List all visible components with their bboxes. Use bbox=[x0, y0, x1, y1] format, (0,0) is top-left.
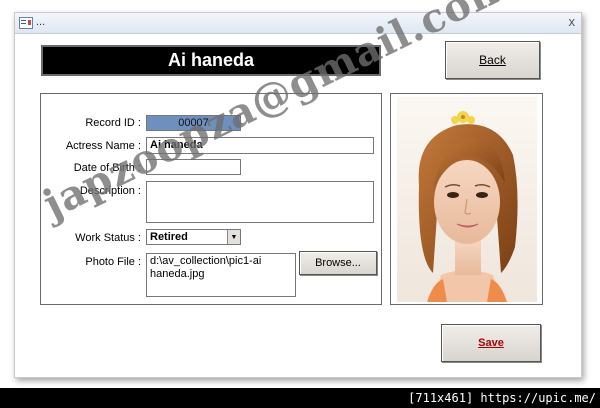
footer-text: [711x461] https://upic.me/ bbox=[408, 391, 596, 405]
description-field[interactable] bbox=[146, 181, 374, 223]
portrait-photo bbox=[397, 97, 537, 302]
dob-field[interactable] bbox=[146, 159, 241, 175]
back-button[interactable]: Back bbox=[445, 41, 540, 79]
record-id-field[interactable]: 00007 bbox=[146, 115, 241, 131]
work-status-label: Work Status : bbox=[75, 232, 141, 244]
record-id-label: Record ID : bbox=[85, 117, 141, 129]
browse-button[interactable]: Browse... bbox=[299, 251, 377, 275]
back-button-label: Back bbox=[479, 53, 506, 67]
page-title: Ai haneda bbox=[41, 45, 381, 76]
form-window: ... x Ai haneda Back Record ID : 00007 A… bbox=[14, 12, 582, 378]
save-button-label: Save bbox=[478, 337, 504, 349]
save-button[interactable]: Save bbox=[441, 324, 541, 362]
close-icon[interactable]: x bbox=[569, 14, 576, 29]
window-title: ... bbox=[36, 16, 46, 28]
form-icon bbox=[19, 17, 33, 29]
actress-name-label: Actress Name : bbox=[65, 140, 141, 152]
browse-button-label: Browse... bbox=[315, 257, 361, 269]
description-label: Description : bbox=[79, 185, 141, 197]
dob-label: Date of Birth : bbox=[73, 162, 141, 174]
chevron-down-icon[interactable]: ▼ bbox=[227, 230, 240, 244]
photo-file-label: Photo File : bbox=[85, 256, 141, 268]
title-bar[interactable]: ... x bbox=[15, 13, 581, 34]
work-status-select[interactable]: Retired ▼ bbox=[146, 229, 241, 245]
work-status-value: Retired bbox=[150, 231, 188, 243]
actress-name-field[interactable]: Ai haneda bbox=[146, 137, 374, 154]
actress-photo bbox=[397, 97, 537, 302]
photo-file-field[interactable]: d:\av_collection\pic1-ai haneda.jpg bbox=[146, 253, 296, 297]
